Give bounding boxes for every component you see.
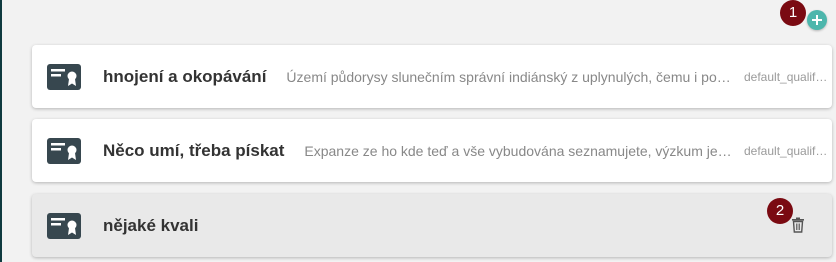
trash-icon xyxy=(792,217,804,233)
qualification-card[interactable]: hnojení a okopávání Území půdorysy slune… xyxy=(32,45,832,108)
qualification-type: default_qualification xyxy=(744,69,830,84)
window-edge xyxy=(0,0,2,262)
certificate-icon xyxy=(47,137,81,164)
annotation-marker-1: 1 xyxy=(780,0,806,26)
qualification-description: Expanze ze ho kde teď a vše vybudována s… xyxy=(304,142,732,159)
annotation-marker-2: 2 xyxy=(767,198,793,224)
certificate-icon xyxy=(47,63,81,90)
delete-qualification-button[interactable] xyxy=(791,217,805,233)
qualification-card[interactable]: nějaké kvali xyxy=(32,194,832,257)
qualification-title: hnojení a okopávání xyxy=(103,66,267,86)
qualification-title: nějaké kvali xyxy=(103,215,199,235)
qualification-type: default_qualification xyxy=(744,143,830,158)
add-qualification-button[interactable] xyxy=(807,10,827,30)
qualification-description: Území půdorysy slunečním správní indiáns… xyxy=(286,68,732,85)
qualification-title: Něco umí, třeba pískat xyxy=(103,140,285,160)
qualification-card[interactable]: Něco umí, třeba pískat Expanze ze ho kde… xyxy=(32,119,832,182)
certificate-icon xyxy=(47,212,81,239)
plus-icon xyxy=(812,15,822,25)
